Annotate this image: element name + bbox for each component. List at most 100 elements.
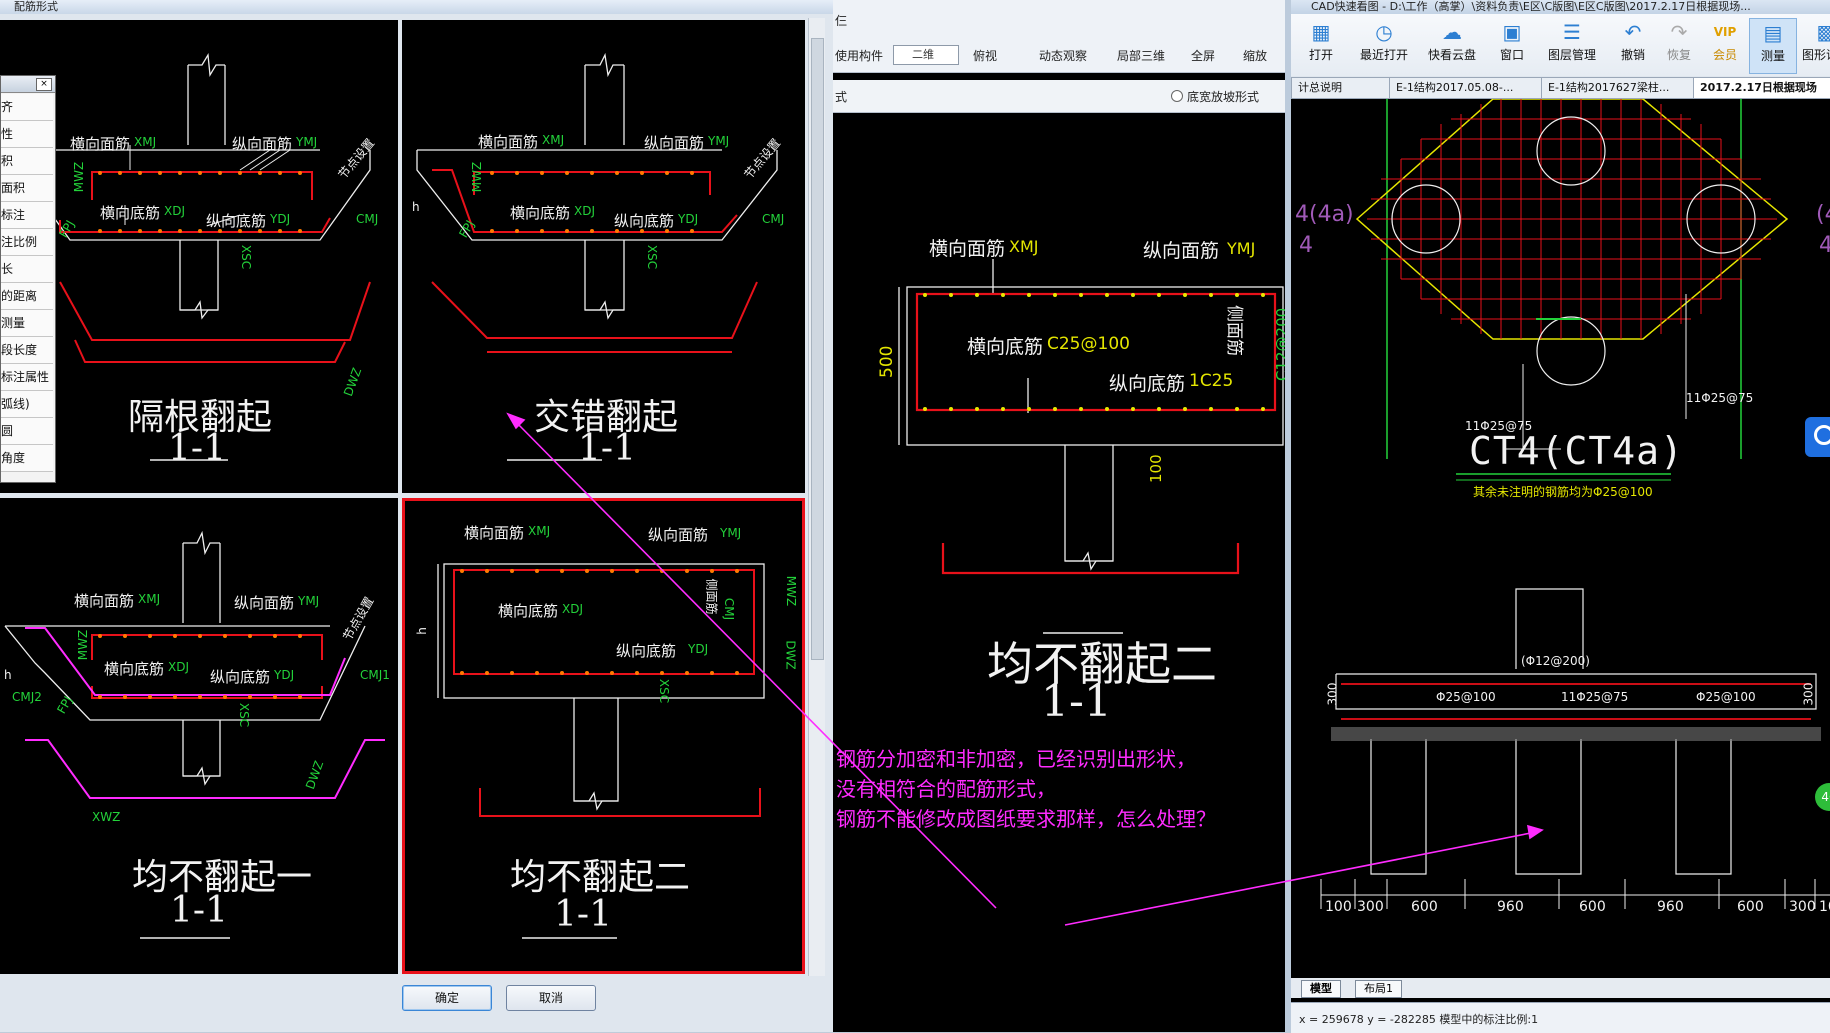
panel-none-bent-2[interactable]: 横向面筋 XMJ 纵向面筋 YMJ 横向底筋 XDJ 纵向底筋 YDJ 侧面筋 CMJ …	[402, 498, 805, 974]
doc-tab[interactable]: E-1结构2017.05.08-...	[1389, 77, 1547, 99]
document-tabs: 计总说明 E-1结构2017.05.08-... E-1结构2017627梁柱.…	[1291, 76, 1830, 99]
question-line: 钢筋分加密和非加密，已经识别出形状，	[836, 747, 1196, 771]
confirm-button[interactable]: 确定	[402, 985, 492, 1011]
redo-button[interactable]: ↷ 恢复	[1657, 18, 1701, 72]
folder-icon: ▦	[1311, 20, 1331, 44]
label-ydj: 纵向底筋	[1109, 373, 1186, 395]
property-item[interactable]: 标注属性	[1, 364, 53, 391]
layer-button[interactable]: ☰ 图层管理	[1539, 18, 1605, 72]
recognize-label: 图形识别	[1801, 48, 1830, 62]
doc-tab-active[interactable]: 2017.2.17日根据现场	[1693, 77, 1830, 99]
property-item[interactable]: 标注	[1, 202, 53, 229]
property-item[interactable]: 弧线)	[1, 391, 53, 418]
radio-button[interactable]	[1171, 90, 1183, 102]
panel-none-bent-1[interactable]: 横向面筋 XMJ 纵向面筋 YMJ 横向底筋 XDJ 纵向底筋 YDJ 节点设置 MWZ…	[0, 498, 398, 974]
label-xdj: 横向底筋	[510, 204, 571, 222]
status-bar: x = 259678 y = -282285 模型中的标注比例:1	[1291, 1002, 1830, 1033]
property-item[interactable]: 段长度	[1, 337, 53, 364]
code-xmj: XMJ	[542, 133, 565, 147]
property-list-titlebar: ×	[1, 76, 55, 93]
layer-label: 图层管理	[1547, 48, 1596, 62]
doc-tab[interactable]: E-1结构2017627梁柱...	[1541, 77, 1699, 99]
cancel-button[interactable]: 取消	[506, 985, 596, 1011]
section-top-label: (Φ12@200)	[1521, 654, 1590, 668]
property-item[interactable]: 长	[1, 256, 53, 283]
code-xdj: XDJ	[168, 660, 189, 674]
property-list-panel: × 齐 性 积 面积 标注 注比例 长 的距离 测量 段长度 标注属性 弧线) …	[0, 75, 56, 483]
property-item[interactable]: 性	[1, 121, 53, 148]
undo-icon: ↶	[1624, 20, 1642, 44]
code-ydj: YDJ	[678, 212, 699, 226]
recent-label: 最近打开	[1359, 48, 1408, 62]
bottom-slope-radio-label[interactable]: 底宽放坡形式	[1187, 88, 1259, 105]
cloud-icon: ☁	[1442, 20, 1462, 44]
code-mwz: MWZ	[76, 629, 91, 661]
ruler-icon: ▤	[1763, 21, 1783, 45]
label-ydj: 纵向底筋	[210, 668, 271, 686]
measure-label: 测量	[1760, 49, 1785, 63]
cloud-label: 快看云盘	[1427, 48, 1476, 62]
search-float-button[interactable]	[1805, 417, 1830, 457]
undo-label: 撤销	[1620, 48, 1645, 62]
window-button[interactable]: ▣ 窗口	[1487, 18, 1537, 72]
model-tab[interactable]: 模型	[1301, 980, 1341, 998]
undo-button[interactable]: ↶ 撤销	[1611, 18, 1655, 72]
dialog-titlebar: 配筋形式	[0, 0, 883, 14]
dim: 300	[1357, 899, 1384, 915]
property-item[interactable]: 角度	[1, 445, 53, 472]
axis-label-left-2: 4	[1299, 233, 1313, 258]
label-ymj: 纵向面筋	[234, 594, 295, 612]
layout1-tab[interactable]: 布局1	[1355, 980, 1402, 998]
scrollbar-thumb[interactable]	[811, 38, 824, 660]
recognize-button[interactable]: ▩ 图形识别	[1797, 18, 1830, 72]
cad-canvas[interactable]: 11Φ25@75 11Φ25@75 4(4a) 4 (4 4 CT4(CT4a)…	[1291, 99, 1830, 977]
vip-button[interactable]: VIP 会员	[1703, 18, 1747, 72]
property-item[interactable]: 注比例	[1, 229, 53, 256]
label-xdj: 横向底筋	[100, 204, 161, 222]
label-xdj: 横向底筋	[498, 602, 559, 620]
code-cmj: CMJ	[762, 212, 785, 226]
code-xsc: XSC	[657, 678, 672, 704]
label-ymj: 纵向面筋	[644, 134, 705, 152]
dim-h: h	[412, 200, 420, 214]
property-item[interactable]: 面积	[1, 175, 53, 202]
section-height-right: 300	[1801, 682, 1816, 706]
section-height-left: 300	[1325, 682, 1340, 706]
use-component-button[interactable]: 使用构件	[835, 47, 883, 64]
property-item[interactable]: 的距离	[1, 283, 53, 310]
code-ydj: YDJ	[274, 668, 295, 682]
panel-staggered-bent[interactable]: 横向面筋 XMJ 纵向面筋 YMJ 横向底筋 XDJ 纵向底筋 YDJ 节点设置 MWZ…	[402, 20, 805, 493]
dim-h: h	[4, 668, 12, 682]
local-3d-button[interactable]: 局部三维	[1117, 47, 1165, 64]
middle-canvas[interactable]: 横向面筋 XMJ 纵向面筋 YMJ 横向底筋 C25@100 纵向底筋 1C25 侧面筋…	[833, 113, 1291, 1032]
measure-button[interactable]: ▤ 测量	[1749, 18, 1797, 74]
property-item[interactable]: 圆	[1, 418, 53, 445]
question-line: 没有相符合的配筋形式，	[836, 777, 1056, 801]
dialog-title: 配筋形式	[14, 0, 58, 13]
code-xdj: C25@100	[1047, 334, 1130, 354]
view-mode-select[interactable]: 二维	[893, 45, 959, 65]
middle-toolbar: 使用构件 二维 俯视 动态观察 局部三维 全屏 缩放	[833, 38, 1285, 73]
code-xdj: XDJ	[164, 204, 185, 218]
section-label: 1-1	[554, 894, 612, 935]
property-item[interactable]: 测量	[1, 310, 53, 337]
close-icon[interactable]: ×	[36, 78, 52, 91]
code-dwz: DWZ	[783, 640, 798, 670]
panel-alternate-bar-bent[interactable]: 横向面筋 XMJ 纵向面筋 YMJ 横向底筋 XDJ 纵向底筋 YDJ 节点设置 MWZ…	[0, 20, 398, 493]
recent-button[interactable]: ◷ 最近打开	[1351, 18, 1417, 72]
code-cmj2: CMJ2	[12, 690, 42, 704]
doc-tab[interactable]: 计总说明	[1291, 77, 1395, 99]
zoom-button[interactable]: 缩放	[1243, 47, 1267, 64]
property-item[interactable]: 齐	[1, 94, 53, 121]
dialog-scrollbar[interactable]	[808, 18, 825, 976]
top-view-button[interactable]: 俯视	[973, 47, 997, 64]
label-ydj: 纵向底筋	[616, 642, 677, 660]
axis-label-right: (4	[1816, 202, 1830, 227]
dim: 600	[1411, 899, 1438, 915]
code-ydj: YDJ	[270, 212, 291, 226]
open-button[interactable]: ▦ 打开	[1291, 18, 1351, 72]
fullscreen-button[interactable]: 全屏	[1191, 47, 1215, 64]
dynamic-view-button[interactable]: 动态观察	[1039, 47, 1087, 64]
property-item[interactable]: 积	[1, 148, 53, 175]
cloud-button[interactable]: ☁ 快看云盘	[1419, 18, 1485, 72]
